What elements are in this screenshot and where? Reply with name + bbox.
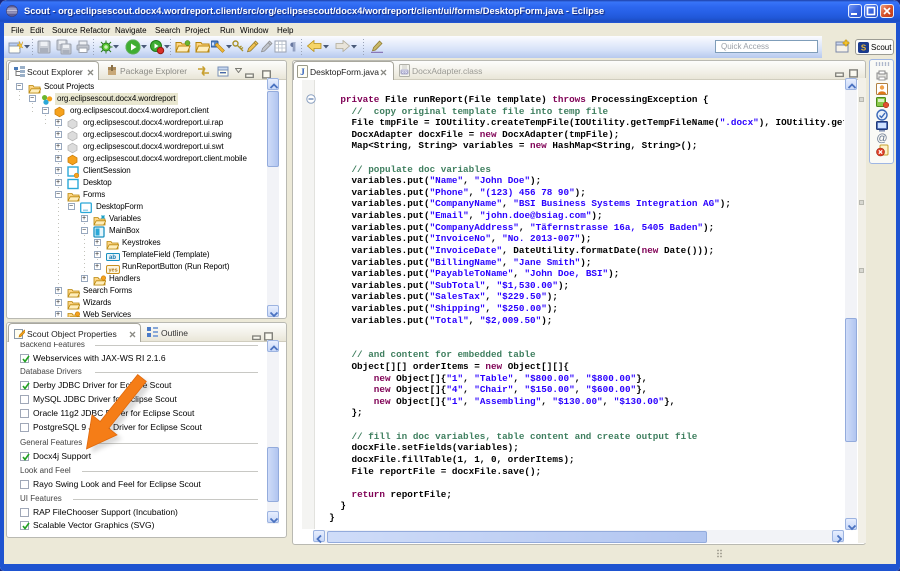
svg-text:010: 010 bbox=[402, 70, 408, 74]
svg-text:S: S bbox=[861, 44, 867, 53]
svg-text:¶: ¶ bbox=[290, 39, 296, 53]
svg-text:J: J bbox=[300, 67, 305, 77]
svg-text:@: @ bbox=[876, 133, 887, 145]
